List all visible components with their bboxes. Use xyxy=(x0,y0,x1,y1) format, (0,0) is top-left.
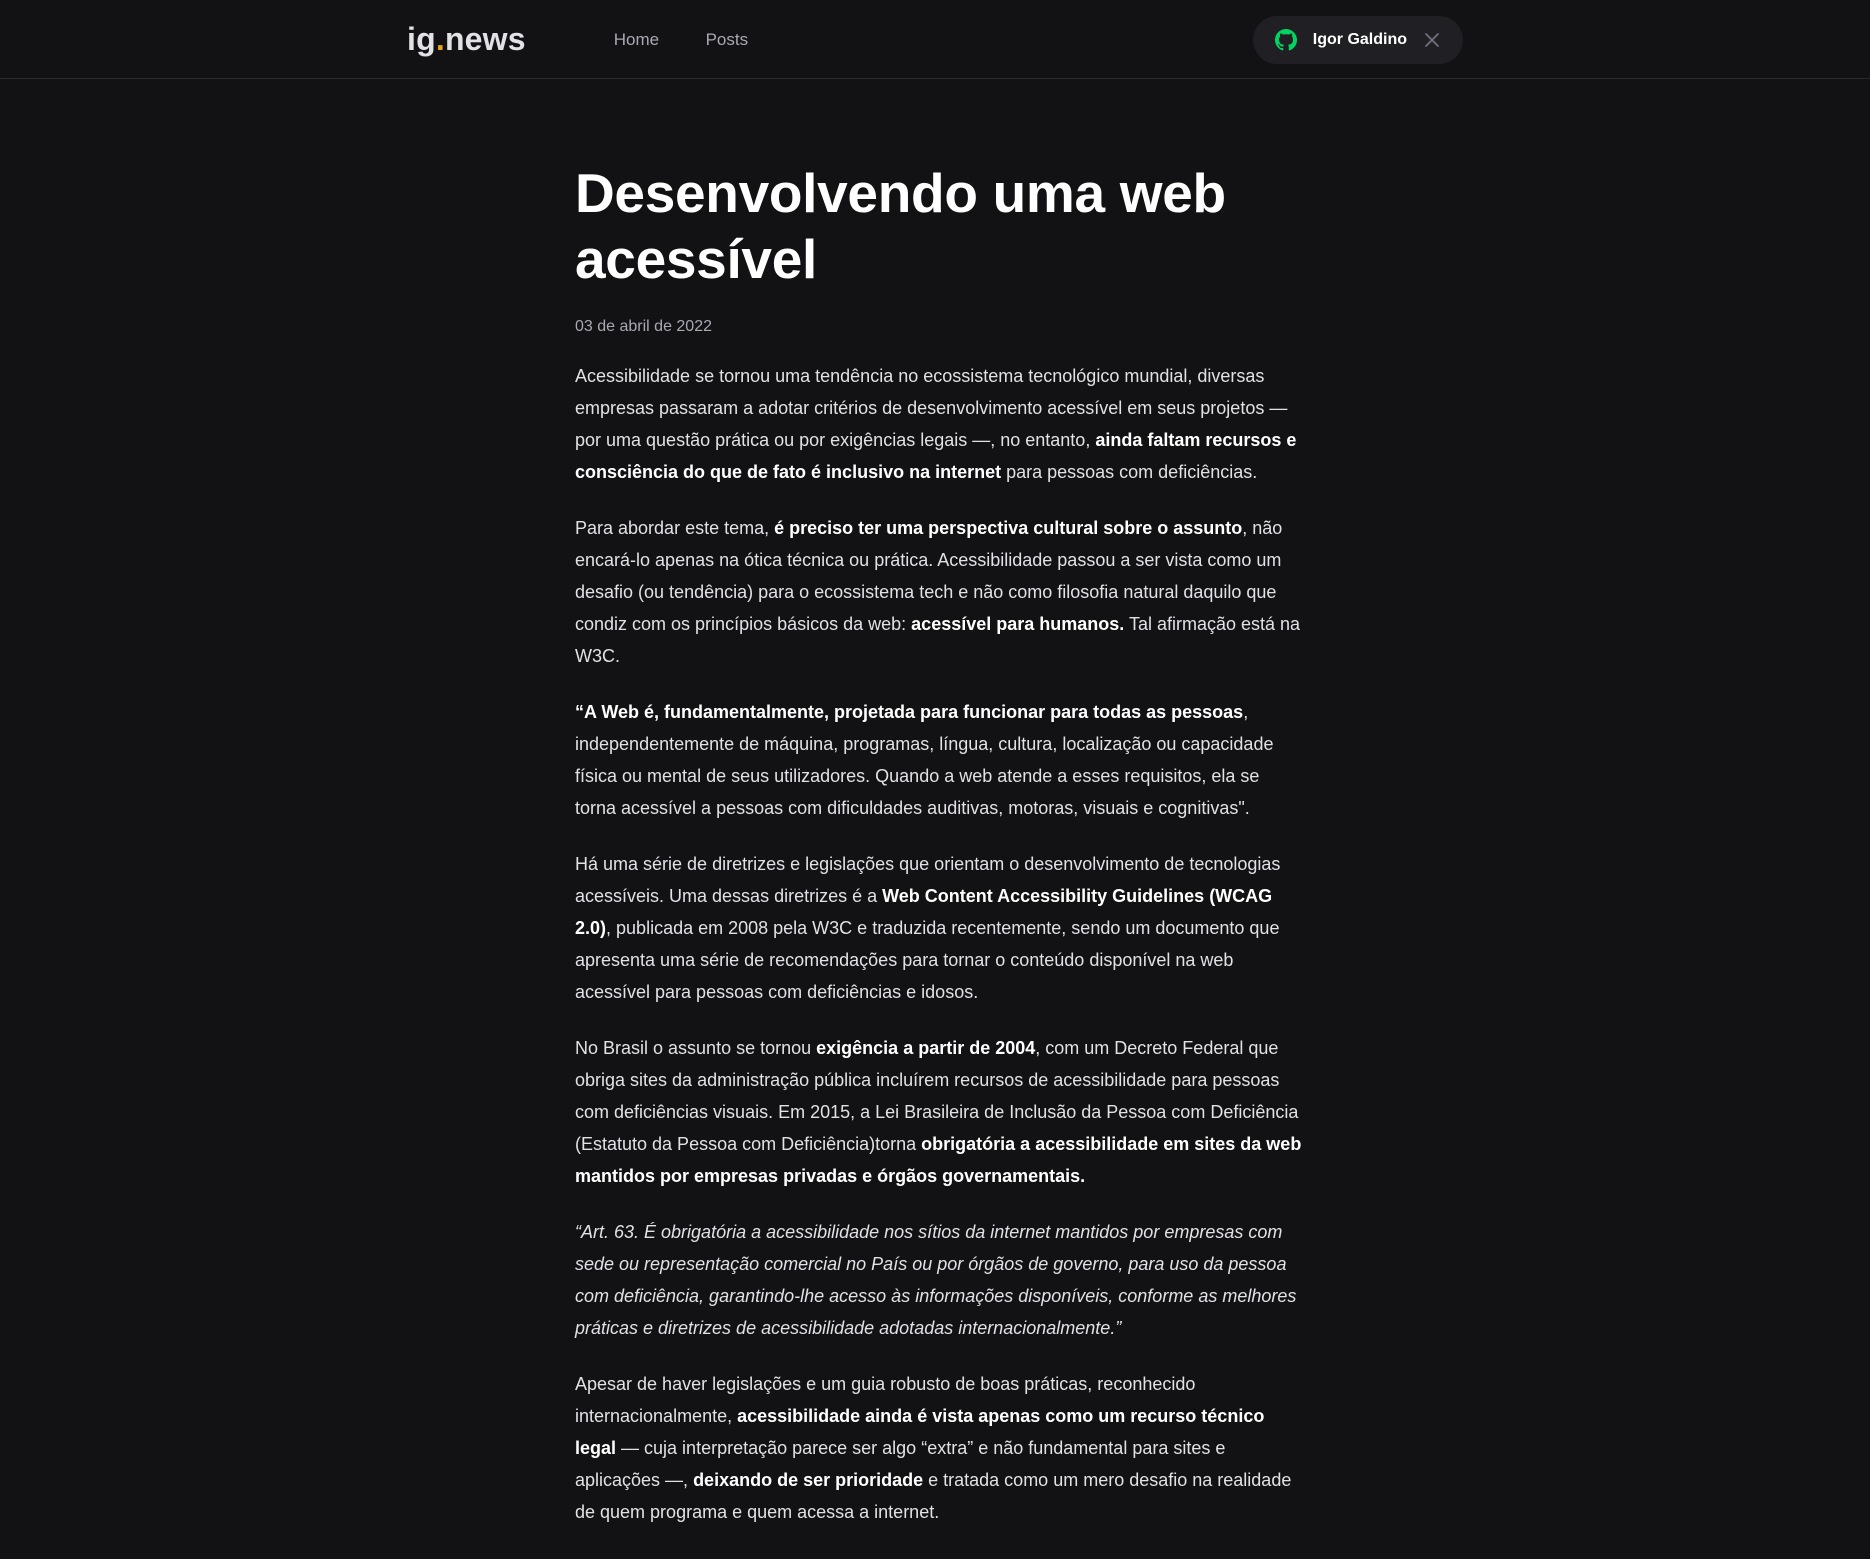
p5-bold-1: exigência a partir de 2004 xyxy=(816,1038,1036,1058)
p2-text-1: Para abordar este tema, xyxy=(575,518,775,538)
post-title: Desenvolvendo uma web acessível xyxy=(575,162,1226,290)
paragraph-3: “A Web é, fundamentalmente, projetada pa… xyxy=(575,696,1305,824)
site-header: ig.news Home Posts Igor Galdino xyxy=(0,0,1870,79)
paragraph-7: Apesar de haver legislações e um guia ro… xyxy=(575,1368,1305,1528)
p4-text-2: , publicada em 2008 pela W3C e traduzida… xyxy=(575,918,1280,1002)
p6-italic-quote: “Art. 63. É obrigatória a acessibilidade… xyxy=(575,1222,1297,1338)
p2-bold-2: acessível para humanos. xyxy=(911,614,1125,634)
sign-out-button[interactable]: Igor Galdino xyxy=(1252,15,1463,64)
p1-text-2: para pessoas com deficiências. xyxy=(1001,462,1258,482)
paragraph-2: Para abordar este tema, é preciso ter um… xyxy=(575,512,1305,672)
site-logo[interactable]: ig.news xyxy=(407,21,526,58)
paragraph-5: No Brasil o assunto se tornou exigência … xyxy=(575,1032,1305,1192)
post-date: 03 de abril de 2022 xyxy=(575,318,712,335)
main-nav: Home Posts xyxy=(614,30,790,50)
paragraph-4: Há uma série de diretrizes e legislações… xyxy=(575,848,1305,1008)
close-icon[interactable] xyxy=(1425,32,1439,47)
logo-rest: news xyxy=(444,21,526,57)
logo-dot: . xyxy=(435,21,445,57)
post-article: Desenvolvendo uma web acessível 03 de ab… xyxy=(575,160,1305,1552)
paragraph-6-quote: “Art. 63. É obrigatória a acessibilidade… xyxy=(575,1216,1305,1344)
p2-bold-1: é preciso ter uma perspectiva cultural s… xyxy=(774,518,1243,538)
p3-bold-1: “A Web é, fundamentalmente, projetada pa… xyxy=(575,702,1244,722)
logo-main: ig xyxy=(407,21,436,57)
p7-bold-2: deixando de ser prioridade xyxy=(693,1470,924,1490)
post-content: Acessibilidade se tornou uma tendência n… xyxy=(575,360,1305,1528)
user-name: Igor Galdino xyxy=(1312,30,1407,48)
nav-posts-link[interactable]: Posts xyxy=(706,30,749,50)
paragraph-1: Acessibilidade se tornou uma tendência n… xyxy=(575,360,1305,488)
github-icon xyxy=(1274,28,1297,50)
p5-text-1: No Brasil o assunto se tornou xyxy=(575,1038,817,1058)
header-container: ig.news Home Posts Igor Galdino xyxy=(407,0,1463,79)
nav-home-link[interactable]: Home xyxy=(614,30,659,50)
